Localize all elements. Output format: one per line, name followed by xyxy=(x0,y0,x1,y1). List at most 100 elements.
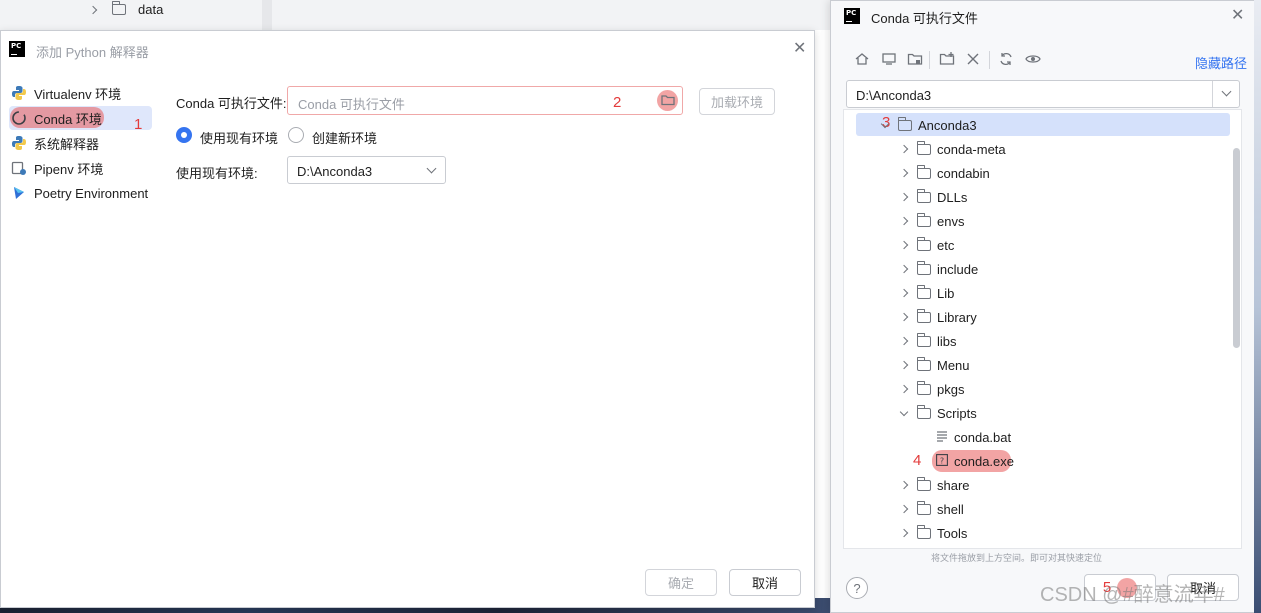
folder-icon xyxy=(916,284,931,299)
ok-button[interactable]: 确定 xyxy=(645,569,717,596)
tree-item[interactable]: envs xyxy=(899,210,965,232)
sidebar-item-system-interpreter[interactable]: 系统解释器 xyxy=(11,132,99,154)
background-divider xyxy=(262,0,272,30)
hide-path-link[interactable]: 隐藏路径 xyxy=(1195,53,1247,72)
desktop-icon[interactable] xyxy=(880,51,898,69)
sidebar-item-poetry[interactable]: Poetry Environment xyxy=(11,182,148,204)
show-hidden-icon[interactable] xyxy=(1024,51,1042,69)
tree-item[interactable]: conda-meta xyxy=(899,138,1006,160)
tree-item[interactable]: condabin xyxy=(899,162,990,184)
chevron-right-icon xyxy=(899,168,909,178)
dialog-title: 添加 Python 解释器 xyxy=(36,45,149,60)
project-folder-icon[interactable] xyxy=(906,51,924,69)
tree-item[interactable]: share xyxy=(899,474,970,496)
tree-file-conda-exe[interactable]: ? conda.exe xyxy=(936,450,1014,472)
pycharm-logo-icon: PC xyxy=(9,41,25,57)
tree-root-anconda3[interactable]: Anconda3 xyxy=(880,114,977,136)
refresh-icon[interactable] xyxy=(997,51,1015,69)
file-chooser-dialog: PC Conda 可执行文件 ✕ 隐藏路径 D:\Anconda3 3 Anco… xyxy=(830,0,1261,613)
tree-item-label: envs xyxy=(937,213,965,229)
path-field[interactable]: D:\Anconda3 xyxy=(846,80,1240,108)
file-tree: 3 Anconda3 conda-meta condabin DLLs envs… xyxy=(843,109,1242,549)
sidebar-item-virtualenv[interactable]: Virtualenv 环境 xyxy=(11,82,121,104)
unknown-file-icon: ? xyxy=(936,453,948,469)
folder-icon xyxy=(916,500,931,515)
tree-item[interactable]: Menu xyxy=(899,354,970,376)
sidebar-item-pipenv[interactable]: Pipenv 环境 xyxy=(11,157,103,179)
radio-create-new-label: 创建新环境 xyxy=(312,131,378,146)
chevron-right-icon xyxy=(899,336,909,346)
conda-exec-input[interactable]: Conda 可执行文件 2 xyxy=(287,86,683,115)
chevron-right-icon xyxy=(899,216,909,226)
tree-item-label: Menu xyxy=(937,357,970,373)
tree-item-label: conda-meta xyxy=(937,141,1006,157)
folder-icon xyxy=(916,236,931,251)
background-tree-item[interactable]: data xyxy=(88,1,164,17)
existing-env-select[interactable]: D:\Anconda3 xyxy=(287,156,446,184)
folder-icon xyxy=(916,188,931,203)
chevron-right-icon xyxy=(899,312,909,322)
browse-folder-icon[interactable] xyxy=(661,93,675,110)
tree-item-label: condabin xyxy=(937,165,990,181)
tree-item[interactable]: Tools xyxy=(899,522,967,544)
tree-item[interactable]: DLLs xyxy=(899,186,968,208)
sidebar-item-label: Pipenv 环境 xyxy=(34,161,104,177)
chevron-right-icon xyxy=(899,144,909,154)
tree-scrollbar[interactable] xyxy=(1233,148,1240,348)
folder-icon xyxy=(916,524,931,539)
tree-item-scripts[interactable]: Scripts xyxy=(899,402,977,424)
add-interpreter-dialog: PC 添加 Python 解释器 ✕ Virtualenv 环境 Conda 环… xyxy=(0,30,815,608)
drop-hint: 将文件拖放到上方空间。即可对其快速定位 xyxy=(931,553,1103,563)
chevron-right-icon xyxy=(899,504,909,514)
pipenv-icon xyxy=(11,160,27,176)
delete-icon[interactable] xyxy=(964,51,982,69)
chevron-right-icon xyxy=(899,264,909,274)
folder-icon xyxy=(916,212,931,227)
sidebar-item-label: 系统解释器 xyxy=(34,136,100,152)
tree-item[interactable]: shell xyxy=(899,498,964,520)
tree-item[interactable]: Library xyxy=(899,306,977,328)
chevron-right-icon xyxy=(899,192,909,202)
close-icon[interactable]: ✕ xyxy=(1231,8,1244,24)
chevron-right-icon xyxy=(88,5,98,14)
watermark: CSDN @#醉意流年# xyxy=(1040,584,1225,606)
tree-item[interactable]: include xyxy=(899,258,979,280)
tree-item-label: pkgs xyxy=(937,381,965,397)
conda-icon xyxy=(11,110,27,126)
path-history-dropdown[interactable] xyxy=(1212,81,1239,107)
python-icon xyxy=(11,85,27,101)
chooser-title: Conda 可执行文件 xyxy=(871,11,978,26)
load-environments-button[interactable]: 加载环境 xyxy=(699,88,775,115)
tree-item-label: DLLs xyxy=(937,189,968,205)
new-folder-icon[interactable] xyxy=(938,51,956,69)
tree-item[interactable]: Lib xyxy=(899,282,954,304)
folder-icon xyxy=(916,332,931,347)
tree-item[interactable]: pkgs xyxy=(899,378,965,400)
conda-exec-placeholder: Conda 可执行文件 xyxy=(298,97,405,112)
tree-item[interactable]: libs xyxy=(899,330,957,352)
tree-file-conda-bat[interactable]: conda.bat xyxy=(936,426,1011,448)
sidebar-item-label: Conda 环境 xyxy=(34,111,102,127)
radio-use-existing[interactable] xyxy=(176,127,192,143)
toolbar-separator xyxy=(989,51,990,69)
tree-item-label: Anconda3 xyxy=(918,117,977,133)
desktop-wallpaper xyxy=(1254,0,1261,613)
conda-exec-label: Conda 可执行文件: xyxy=(176,96,287,111)
folder-icon xyxy=(916,260,931,275)
chevron-down-icon xyxy=(426,163,437,174)
sidebar-item-label: Virtualenv 环境 xyxy=(34,86,122,102)
sidebar-item-conda[interactable]: Conda 环境 xyxy=(11,107,102,129)
chevron-down-icon xyxy=(880,119,890,128)
tree-item-label: include xyxy=(937,261,979,277)
tree-item[interactable]: etc xyxy=(899,234,954,256)
close-icon[interactable]: ✕ xyxy=(793,41,806,57)
cancel-button[interactable]: 取消 xyxy=(729,569,801,596)
text-file-icon xyxy=(936,430,948,445)
radio-create-new[interactable] xyxy=(288,127,304,143)
existing-env-value: D:\Anconda3 xyxy=(297,164,373,179)
folder-icon xyxy=(111,1,126,15)
python-icon xyxy=(11,135,27,151)
background-tree-item-label: data xyxy=(138,2,164,17)
home-icon[interactable] xyxy=(853,51,871,69)
help-button[interactable]: ? xyxy=(846,577,868,599)
